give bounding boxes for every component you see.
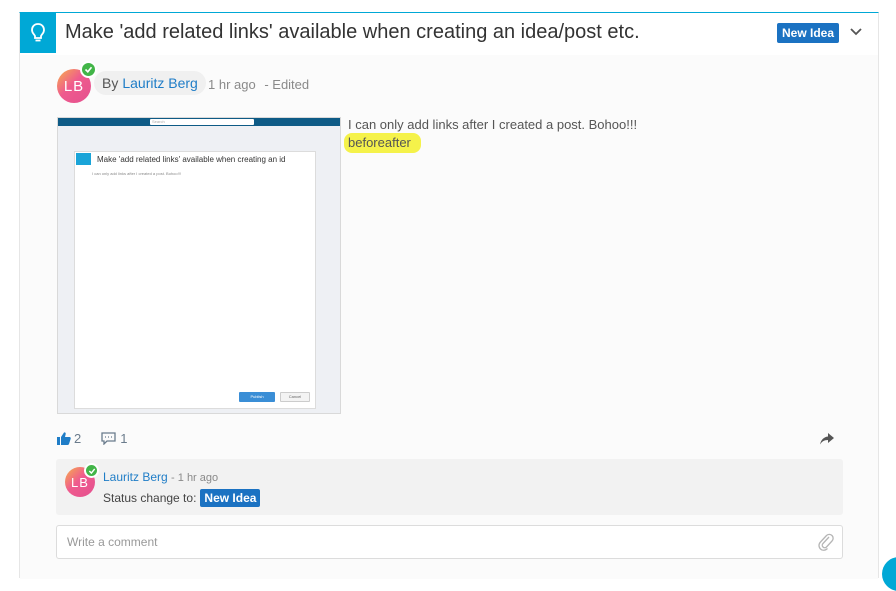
idea-header: Make 'add related links' available when … — [20, 13, 878, 56]
comment-time: - 1 hr ago — [171, 472, 219, 484]
avatar-initials: LB — [63, 77, 85, 95]
attachment-thumbnail[interactable]: Search Make 'add related links' availabl… — [57, 117, 341, 414]
thumb-publish: Publish — [239, 392, 275, 402]
thumb-title: Make 'add related links' available when … — [97, 155, 286, 164]
idea-title: Make 'add related links' available when … — [65, 21, 640, 43]
highlighted-text: beforeafter — [344, 133, 421, 153]
post-text: I can only add links after I created a p… — [348, 117, 638, 132]
comment-author-line: Lauritz Berg - 1 hr ago — [103, 470, 218, 484]
verified-check-icon — [80, 61, 97, 78]
status-badge[interactable]: New Idea — [777, 23, 840, 43]
idea-card: Make 'add related links' available when … — [19, 12, 879, 579]
post-time: 1 hr ago - Edited — [208, 77, 309, 92]
status-change-label: Status change to: — [103, 491, 197, 505]
chevron-down-icon[interactable] — [849, 25, 863, 44]
edited-label: - Edited — [264, 77, 310, 92]
author-name-link[interactable]: Lauritz Berg — [122, 75, 197, 91]
comment-status-change: Status change to: New Idea — [103, 489, 261, 507]
thumb-dialog: Make 'add related links' available when … — [74, 151, 316, 409]
author-byline: By Lauritz Berg — [94, 71, 206, 95]
share-icon[interactable] — [820, 432, 834, 450]
thumb-bulb — [76, 153, 91, 165]
comment-author-link[interactable]: Lauritz Berg — [103, 470, 168, 484]
thumb-search: Search — [150, 119, 254, 125]
thumb-search-text: Search — [152, 119, 165, 124]
paperclip-icon[interactable] — [818, 533, 834, 556]
author-prefix: By — [102, 75, 119, 91]
comment-count: 1 — [120, 431, 128, 446]
like-count: 2 — [74, 431, 82, 446]
thumbs-up-icon[interactable] — [57, 432, 71, 445]
post-timestamp: 1 hr ago — [208, 77, 256, 92]
status-change-badge: New Idea — [200, 489, 261, 507]
thumb-text: I can only add links after I created a p… — [92, 171, 181, 176]
verified-check-icon — [84, 463, 99, 478]
floating-action-button[interactable] — [882, 557, 896, 591]
comment-composer — [56, 525, 843, 559]
thumb-cancel: Cancel — [280, 392, 310, 402]
lightbulb-icon — [20, 13, 56, 53]
write-comment-input[interactable] — [57, 526, 817, 558]
post-actions: 2 1 — [57, 431, 127, 446]
thumb-cancel-label: Cancel — [288, 394, 302, 399]
thumb-publish-label: Publish — [250, 394, 264, 399]
comment-avatar-initials: LB — [71, 474, 89, 490]
comment-icon[interactable] — [101, 432, 116, 445]
